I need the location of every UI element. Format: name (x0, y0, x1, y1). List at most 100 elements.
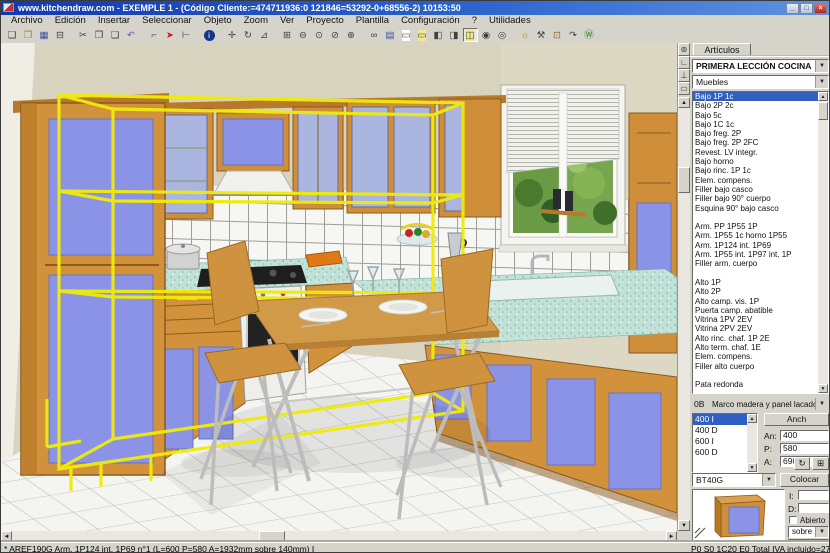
menu-item[interactable]: Archivo (5, 15, 49, 27)
camera2-icon[interactable]: ◎ (495, 28, 510, 42)
raise-icon[interactable]: ⊿ (257, 28, 272, 42)
hscroll-left-icon[interactable]: ◄ (1, 531, 12, 542)
width-button[interactable]: Anch (764, 413, 829, 426)
corner-tool-icon[interactable]: ∟ (678, 56, 690, 69)
scroll-thumb[interactable] (818, 102, 828, 120)
stamp-icon[interactable]: ⊡ (550, 28, 565, 42)
open-icon[interactable]: ❒ (21, 28, 36, 42)
tab-articulos[interactable]: Artículos (693, 43, 751, 56)
scroll-up-icon[interactable]: ▲ (747, 414, 757, 423)
camera-icon[interactable]: ◉ (479, 28, 494, 42)
maximize-button[interactable]: □ (800, 3, 813, 14)
size-item[interactable]: 600 D (693, 447, 747, 458)
list-item[interactable]: Alto term. chaf. 1E (693, 343, 818, 352)
menu-item[interactable]: Insertar (92, 15, 136, 27)
pointer-flag-icon[interactable]: ➤ (163, 28, 178, 42)
list-item[interactable]: Pata redonda (693, 380, 818, 389)
close-button[interactable]: × (814, 3, 827, 14)
list-item[interactable]: Bajo 5c (693, 111, 818, 120)
chevron-down-icon[interactable]: ▼ (815, 398, 828, 410)
menu-item[interactable]: ? (466, 15, 483, 27)
menu-item[interactable]: Proyecto (300, 15, 350, 27)
scroll-down-icon[interactable]: ▼ (747, 463, 757, 472)
list-item[interactable]: Alto rinc. chaf. 1P 2E (693, 334, 818, 343)
axonometry-icon[interactable]: ◧ (431, 28, 446, 42)
range-select[interactable]: Marco madera y panel lacado▼ (708, 397, 829, 411)
rotate-icon[interactable]: ↻ (241, 28, 256, 42)
refresh-button[interactable]: ↻ (794, 457, 810, 470)
chevron-down-icon[interactable]: ▼ (762, 474, 775, 486)
save-view-icon[interactable]: ▤ (383, 28, 398, 42)
vscroll-down-icon[interactable]: ▼ (678, 520, 690, 531)
list-item[interactable] (693, 213, 818, 222)
place-button[interactable]: Colocar (780, 473, 829, 487)
menu-item[interactable]: Utilidades (483, 15, 537, 27)
list-item[interactable]: Revest. LV integr. (693, 148, 818, 157)
list-item[interactable]: Bajo 1P 1c (693, 92, 818, 101)
cut-icon[interactable]: ✂ (76, 28, 91, 42)
world-icon[interactable]: Ⓦ (582, 28, 597, 42)
chevron-down-icon[interactable]: ▼ (815, 527, 828, 537)
undo-icon[interactable]: ↶ (124, 28, 139, 42)
plan-view-icon[interactable]: ▭ (399, 28, 414, 42)
list-item[interactable]: Elem. compens. (693, 352, 818, 361)
hscroll-thumb[interactable] (259, 531, 285, 542)
save-icon[interactable]: ▦ (37, 28, 52, 42)
sizes-list[interactable]: 400 I400 D600 I600 D ▲ ▼ (692, 413, 758, 473)
chevron-down-icon[interactable]: ▼ (815, 60, 828, 72)
move-icon[interactable]: ✛ (225, 28, 240, 42)
list-item[interactable]: Vitrina 2PV 2EV (693, 324, 818, 333)
menu-item[interactable]: Configuración (395, 15, 466, 27)
list-item[interactable]: Filler bajo casco (693, 185, 818, 194)
titlebar[interactable]: www.kitchendraw.com - EXEMPLE 1 - (Códig… (1, 1, 829, 15)
zoom-all-icon[interactable]: ⊙ (312, 28, 327, 42)
menu-item[interactable]: Seleccionar (136, 15, 198, 27)
size-item[interactable]: 400 D (693, 425, 747, 436)
print-icon[interactable]: ⊟ (53, 28, 68, 42)
menu-item[interactable]: Edición (49, 15, 92, 27)
menu-item[interactable]: Ver (274, 15, 300, 27)
chevron-down-icon[interactable]: ▼ (815, 76, 828, 88)
list-item[interactable]: Arm. 1P55 1c horno 1P55 (693, 231, 818, 240)
select-tool-icon[interactable]: ⊚ (678, 43, 690, 56)
list-item[interactable]: Bajo horno (693, 157, 818, 166)
info-icon[interactable]: i (202, 28, 217, 42)
list-item[interactable]: Filler arm. cuerpo (693, 259, 818, 268)
list-item[interactable] (693, 269, 818, 278)
model-select[interactable]: BT40G▼ (692, 473, 776, 487)
vscroll-track[interactable]: ▲ ▼ (678, 97, 690, 531)
articles-scrollbar[interactable]: ▲ ▼ (818, 92, 828, 393)
zoom-in-icon[interactable]: ⊕ (344, 28, 359, 42)
scroll-down-icon[interactable]: ▼ (818, 384, 828, 393)
zoom-out-icon[interactable]: ⊖ (296, 28, 311, 42)
menu-item[interactable]: Objeto (198, 15, 238, 27)
frame-tool-icon[interactable]: ▭ (678, 82, 690, 95)
viewport-hscrollbar[interactable]: ◄ ► (1, 531, 677, 542)
elevation-view-icon[interactable]: ▭ (415, 28, 430, 42)
paste-icon[interactable]: ❏ (108, 28, 123, 42)
list-item[interactable]: Elem. compens. (693, 176, 818, 185)
sizes-scrollbar[interactable]: ▲ ▼ (747, 414, 757, 472)
axonometry2-icon[interactable]: ◨ (447, 28, 462, 42)
list-item[interactable]: Arm. PP 1P55 1P (693, 222, 818, 231)
size-item[interactable]: 600 I (693, 436, 747, 447)
zoom-previous-icon[interactable]: ⊘ (328, 28, 343, 42)
list-item[interactable] (693, 371, 818, 380)
profile-icon[interactable]: ⌐ (147, 28, 162, 42)
minimize-button[interactable]: _ (786, 3, 799, 14)
list-item[interactable]: Bajo 1C 1c (693, 120, 818, 129)
list-item[interactable]: Arm. 1P124 int. 1P69 (693, 241, 818, 250)
list-item[interactable]: Bajo rinc. 1P 1c (693, 166, 818, 175)
redo-icon[interactable]: ↷ (566, 28, 581, 42)
list-item[interactable]: Puerta camp. abatible (693, 306, 818, 315)
zoom-window-icon[interactable]: ⊞ (280, 28, 295, 42)
list-item[interactable]: Bajo 2P 2c (693, 101, 818, 110)
hscroll-right-icon[interactable]: ► (666, 531, 677, 542)
list-item[interactable]: Alto 1P (693, 278, 818, 287)
list-item[interactable]: Alto camp. vis. 1P (693, 297, 818, 306)
scroll-up-icon[interactable]: ▲ (818, 92, 828, 101)
vscroll-up-icon[interactable]: ▲ (678, 97, 690, 108)
spectacles-icon[interactable]: ∞ (367, 28, 382, 42)
mount-select[interactable]: sobre▼ (788, 526, 829, 538)
list-item[interactable]: Bajo freg. 2P (693, 129, 818, 138)
